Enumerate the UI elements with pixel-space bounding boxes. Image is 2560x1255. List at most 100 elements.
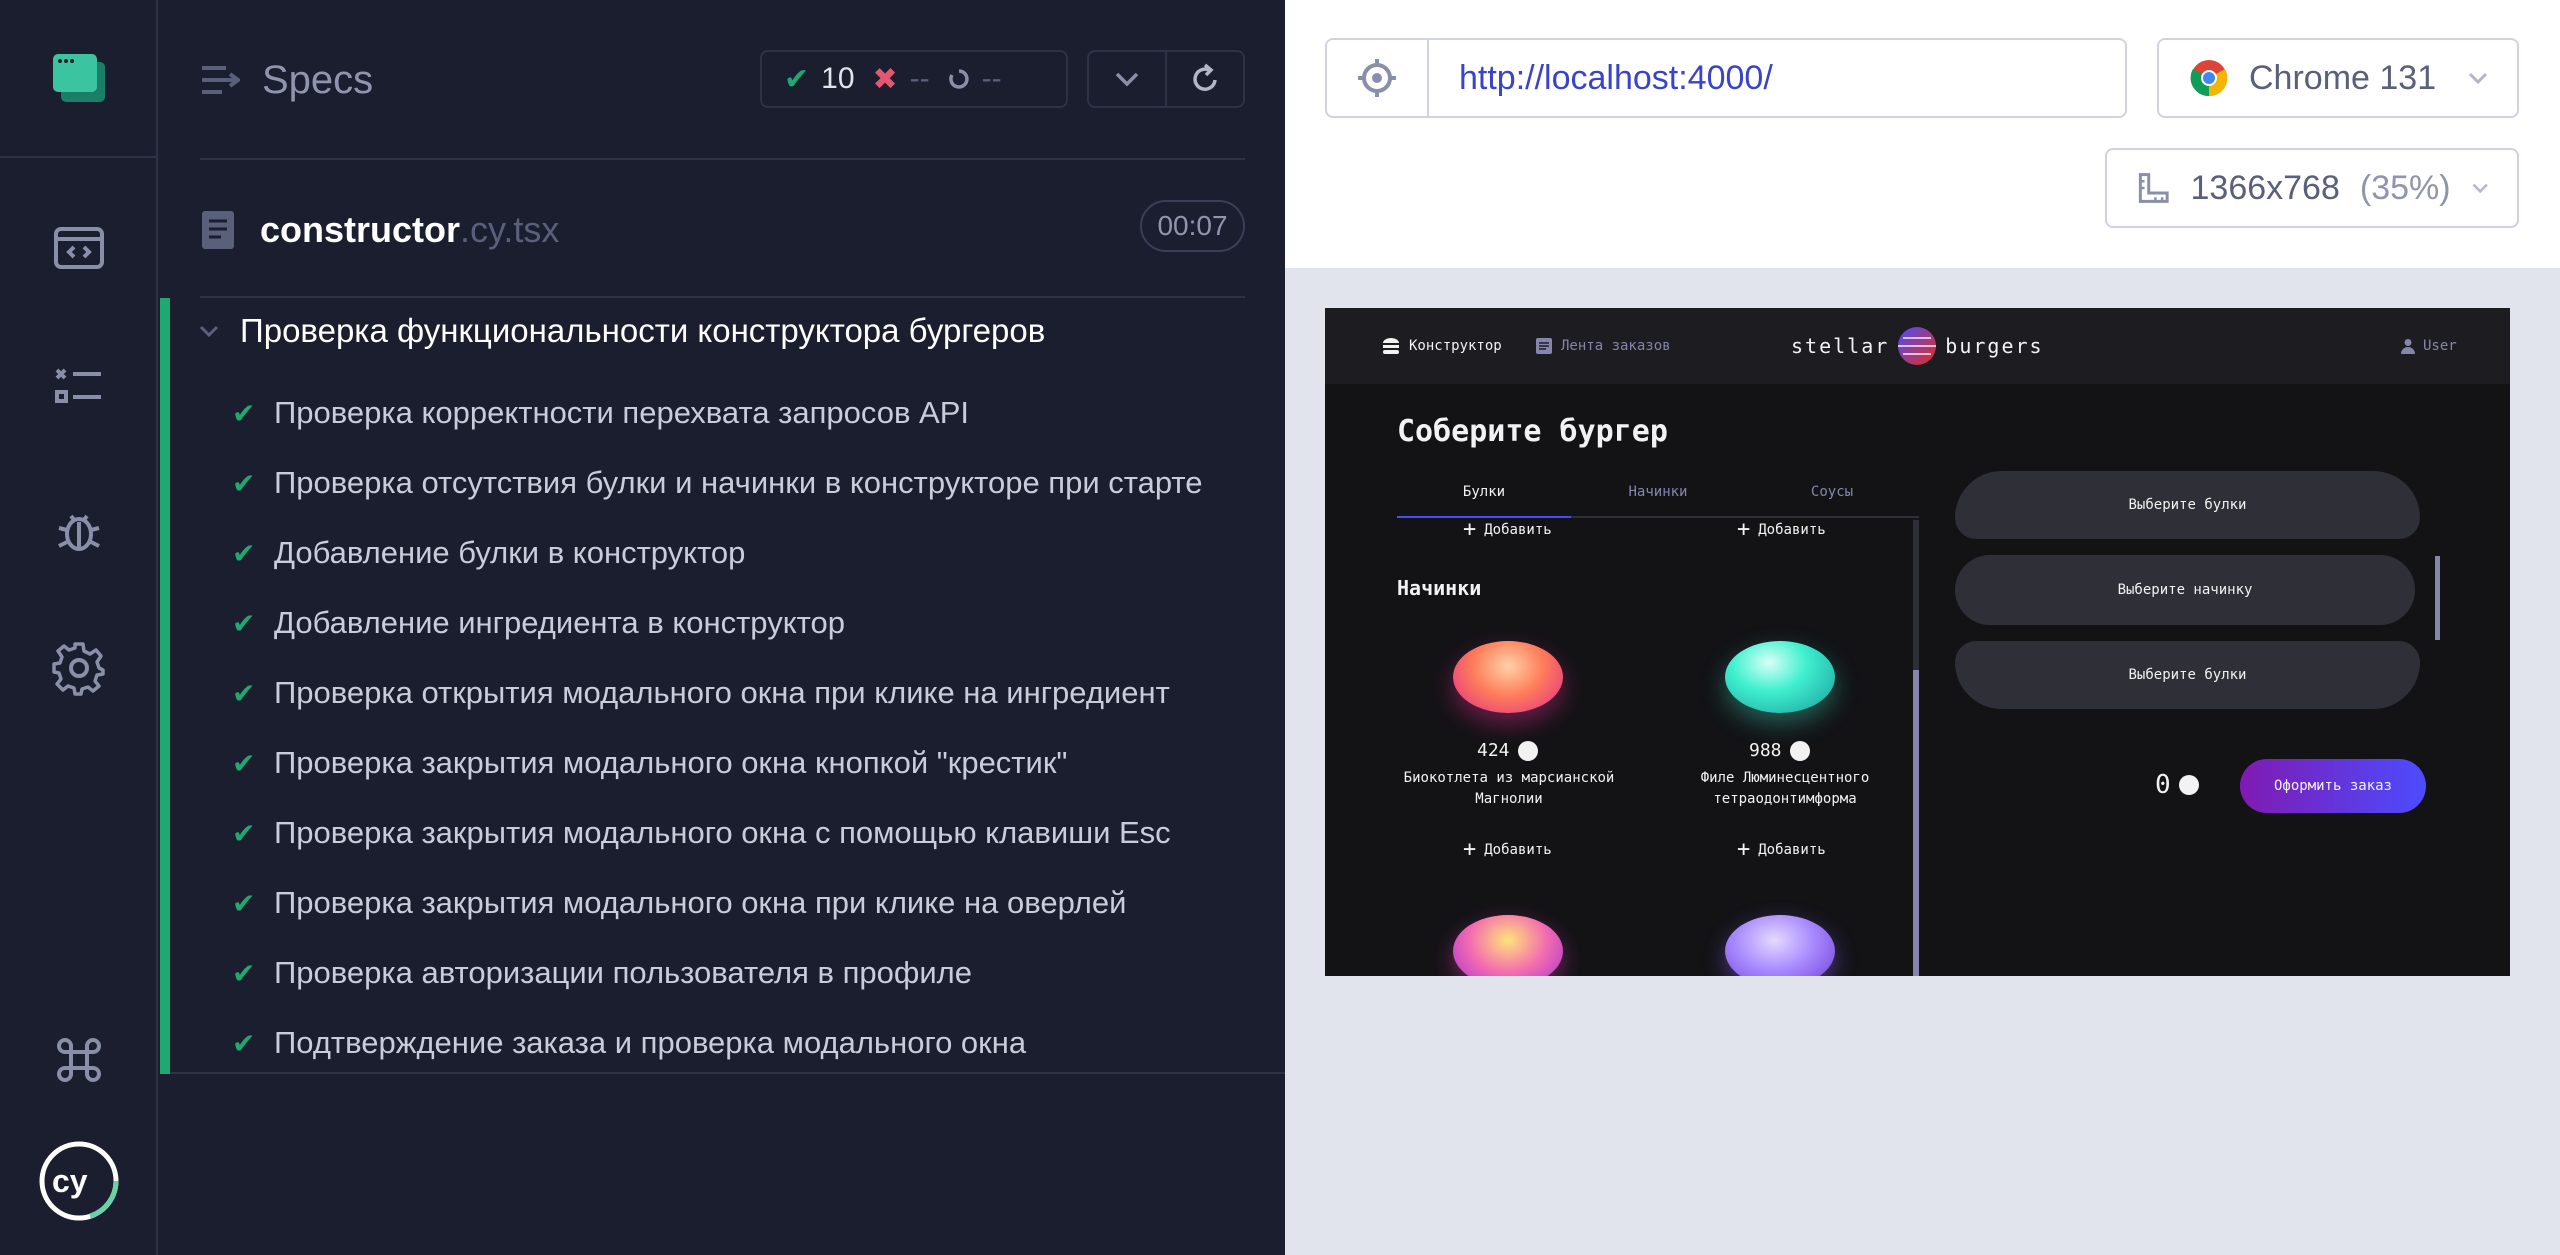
- currency-icon: [1789, 740, 1810, 761]
- test-item[interactable]: ✔ Проверка отсутствия булки и начинки в к…: [232, 448, 1203, 518]
- app-logo-right: burgers: [1945, 334, 2044, 358]
- viewport-size: 1366x768: [2190, 168, 2340, 207]
- browser-selector[interactable]: Chrome 131: [2157, 38, 2519, 118]
- project-logo[interactable]: [0, 0, 158, 158]
- runs-icon: [55, 368, 101, 403]
- collapse-button[interactable]: [1089, 52, 1165, 106]
- nav-specs[interactable]: [0, 178, 158, 318]
- ingredient-price: 424: [1477, 740, 1538, 761]
- x-icon: ✖: [872, 62, 898, 96]
- browser-name: Chrome 131: [2249, 58, 2437, 97]
- selector-playground-button[interactable]: [1325, 38, 1429, 118]
- ingredient-image[interactable]: [1725, 641, 1835, 713]
- suite-title: Проверка функциональности конструктора б…: [240, 312, 1046, 349]
- app-nav-profile[interactable]: User: [2401, 308, 2457, 384]
- failed-stat: ✖ --: [873, 62, 930, 97]
- add-button[interactable]: + Добавить: [1463, 839, 1552, 861]
- app-header: Конструктор Лента заказов stellar burger…: [1325, 308, 2510, 384]
- user-icon: [2401, 339, 2415, 354]
- duration-badge: 00:07: [1140, 200, 1245, 252]
- nav-debug[interactable]: [0, 460, 158, 600]
- ingredient-image[interactable]: [1725, 915, 1835, 976]
- app-logo-left: stellar: [1791, 334, 1890, 358]
- passed-count: 10: [821, 62, 855, 95]
- tab-buns[interactable]: Булки: [1397, 468, 1571, 518]
- spec-file-ext: .cy.tsx: [460, 209, 560, 250]
- app-nav-constructor-label: Конструктор: [1409, 338, 1502, 354]
- reporter-controls: [1087, 50, 1245, 108]
- app-logo[interactable]: stellar burgers: [1791, 322, 2044, 370]
- viewport-selector[interactable]: 1366x768 (35%): [2105, 148, 2519, 228]
- specs-icon: [54, 227, 104, 269]
- test-item[interactable]: ✔ Подтверждение заказа и проверка модальн…: [232, 1008, 1203, 1078]
- app-nav-feed[interactable]: Лента заказов: [1535, 308, 1671, 384]
- specs-list-icon: [202, 66, 240, 94]
- test-item[interactable]: ✔ Проверка открытия модального окна при к…: [232, 658, 1203, 728]
- ingredient-image[interactable]: [1453, 641, 1563, 713]
- specs-toggle[interactable]: Specs: [200, 50, 373, 110]
- test-title: Проверка авторизации пользователя в проф…: [274, 955, 973, 990]
- viewport-scale: (35%): [2359, 168, 2451, 207]
- bun-bottom-slot[interactable]: Выберите булки: [1955, 641, 2420, 709]
- add-button[interactable]: + Добавить: [1737, 519, 1826, 541]
- bug-icon: [58, 514, 100, 551]
- app-heading: Соберите бургер: [1397, 414, 1668, 449]
- rerun-button[interactable]: [1165, 52, 1243, 106]
- test-item[interactable]: ✔ Проверка закрытия модального окна при к…: [232, 868, 1203, 938]
- test-title: Проверка открытия модального окна при кл…: [274, 675, 1170, 710]
- chevron-down-icon: [2468, 72, 2488, 85]
- add-button-label: Добавить: [1484, 522, 1552, 538]
- test-item[interactable]: ✔ Проверка закрытия модального окна с пом…: [232, 798, 1203, 868]
- check-icon: ✔: [232, 397, 256, 429]
- add-button[interactable]: + Добавить: [1737, 839, 1826, 861]
- test-title: Проверка отсутствия булки и начинки в ко…: [274, 465, 1203, 500]
- burger-icon: [1383, 338, 1399, 354]
- check-icon: ✔: [232, 467, 256, 499]
- test-item[interactable]: ✔ Добавление ингредиента в конструктор: [232, 588, 1203, 658]
- total-value: 0: [2155, 770, 2171, 800]
- test-title: Добавление ингредиента в конструктор: [274, 605, 845, 640]
- add-button[interactable]: + Добавить: [1463, 519, 1552, 541]
- spec-file[interactable]: constructor.cy.tsx: [200, 200, 559, 260]
- tab-sauces[interactable]: Соусы: [1745, 468, 1919, 518]
- tab-fillings[interactable]: Начинки: [1571, 468, 1745, 518]
- check-icon: ✔: [232, 887, 256, 919]
- check-icon: ✔: [232, 817, 256, 849]
- test-title: Проверка корректности перехвата запросов…: [274, 395, 970, 430]
- app-nav-constructor[interactable]: Конструктор: [1381, 308, 1502, 384]
- app-nav-feed-label: Лента заказов: [1561, 338, 1671, 354]
- header-divider: [200, 158, 1245, 160]
- check-icon: ✔: [784, 62, 810, 96]
- cypress-logo-icon[interactable]: cy: [38, 1140, 120, 1222]
- ingredient-image[interactable]: [1453, 915, 1563, 976]
- document-icon: [202, 211, 234, 249]
- test-item[interactable]: ✔ Добавление булки в конструктор: [232, 518, 1203, 588]
- chevron-down-icon: [199, 325, 219, 338]
- currency-icon: [2178, 775, 2199, 795]
- check-icon: ✔: [232, 1027, 256, 1059]
- test-item[interactable]: ✔ Проверка корректности перехвата запросо…: [232, 378, 1203, 448]
- planet-logo-icon: [1898, 327, 1937, 365]
- nav-runs[interactable]: [0, 318, 158, 458]
- test-item[interactable]: ✔ Проверка авторизации пользователя в про…: [232, 938, 1203, 1008]
- test-title: Добавление булки в конструктор: [274, 535, 746, 570]
- cypress-runner: cy Specs ✔ 10 ✖ -- -- constructor.cy.tsx…: [0, 0, 2560, 1255]
- suite-header[interactable]: Проверка функциональности конструктора б…: [198, 312, 1045, 350]
- crosshair-icon: [1358, 59, 1396, 97]
- constructor-scrollbar[interactable]: [2435, 556, 2440, 640]
- refresh-icon: [1193, 63, 1217, 91]
- bun-top-slot[interactable]: Выберите булки: [1955, 471, 2420, 539]
- nav-shortcuts[interactable]: [0, 990, 158, 1130]
- test-item[interactable]: ✔ Проверка закрытия модального окна кнопк…: [232, 728, 1203, 798]
- url-bar[interactable]: http://localhost:4000/: [1427, 38, 2127, 118]
- filling-slot[interactable]: Выберите начинку: [1955, 555, 2415, 625]
- specs-title: Specs: [262, 57, 374, 102]
- ingredients-scroll-track[interactable]: [1913, 520, 1919, 670]
- ingredient-name: Биокотлета из марсианской Магнолии: [1403, 770, 1615, 807]
- place-order-button[interactable]: Оформить заказ: [2240, 759, 2426, 813]
- test-suite: Проверка функциональности конструктора б…: [160, 298, 1285, 1074]
- passed-stat: ✔ 10: [784, 62, 855, 97]
- ingredient-price: 988: [1749, 740, 1810, 761]
- check-icon: ✔: [232, 537, 256, 569]
- nav-settings[interactable]: [0, 598, 158, 738]
